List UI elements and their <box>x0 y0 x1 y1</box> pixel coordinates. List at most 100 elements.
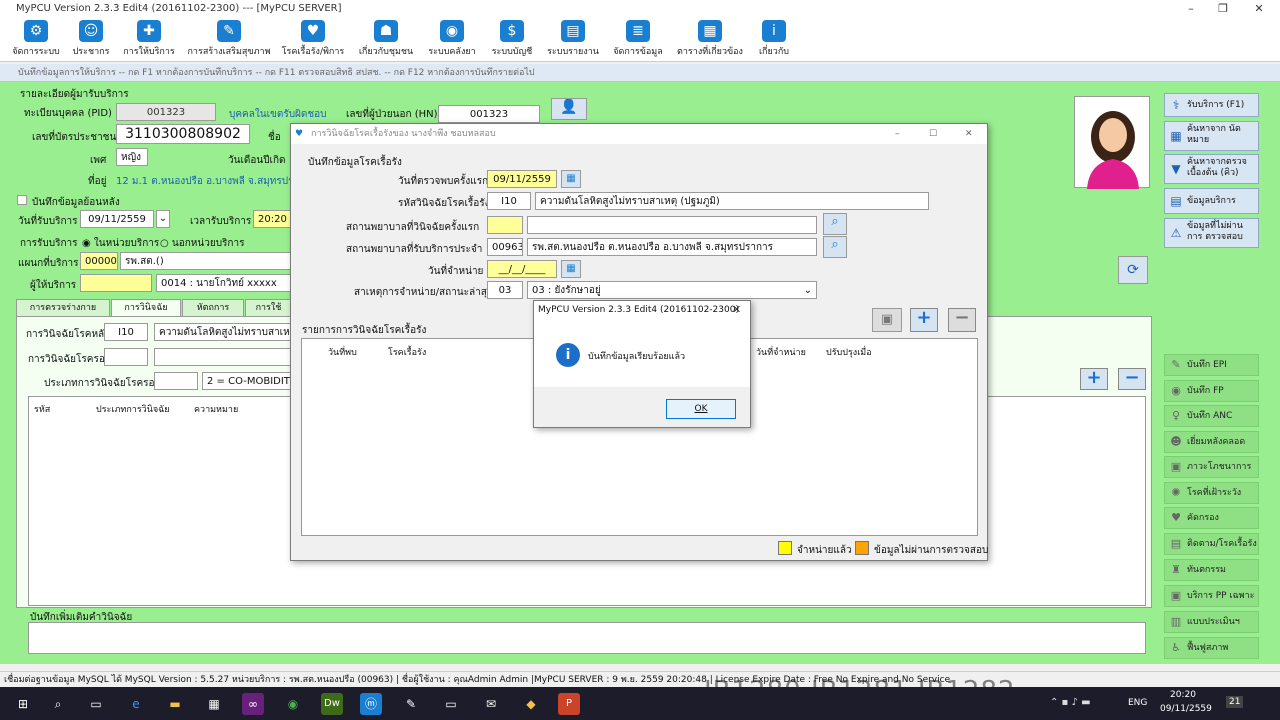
tab-procedures[interactable]: หัตถการ (F4) <box>182 299 244 329</box>
folder-icon[interactable]: ▬ <box>164 693 186 715</box>
tool-icon[interactable]: ✎ <box>400 693 422 715</box>
search-appointment-button[interactable]: ▦ ค้นหาจาก นัดหมาย <box>1164 121 1259 151</box>
tray-icons[interactable]: ⌃ ▪ ♪ ▬ <box>1050 697 1091 708</box>
first-hosp-name-field[interactable] <box>527 216 817 234</box>
chrome-icon[interactable]: ◉ <box>282 693 304 715</box>
dreamweaver-icon[interactable]: Dw <box>321 693 343 715</box>
service-time-field[interactable]: 20:20 <box>253 210 293 228</box>
dx-main-code-field[interactable]: I10 <box>104 323 148 341</box>
toolbar-population[interactable]: ☺ ประชากร <box>66 20 116 58</box>
service-data-button[interactable]: ▤ ข้อมูลบริการ <box>1164 188 1259 214</box>
first-date-field[interactable]: 09/11/2559 <box>487 170 557 188</box>
hn-field[interactable]: 001323 <box>438 105 540 123</box>
dx-type-field[interactable]: 2 = CO-MOBIDITY ( <box>202 372 292 390</box>
toolbar-accounting[interactable]: $ ระบบบัญชี <box>486 20 538 58</box>
postpartum-button[interactable]: ☻ เยี่ยมหลังคลอด <box>1164 431 1259 453</box>
language-indicator[interactable]: ENG <box>1128 698 1147 708</box>
toolbar-data-management[interactable]: ≣ จัดการข้อมูล <box>610 20 666 58</box>
powerpoint-icon[interactable]: P <box>558 693 580 715</box>
tab-diagnosis[interactable]: การวินิจฉัย (F3) <box>111 299 181 329</box>
status-select[interactable]: 03 : ยังรักษาอยู่ ⌄ <box>527 281 817 299</box>
backdate-checkbox[interactable] <box>17 195 27 205</box>
first-hosp-code-field[interactable] <box>487 216 523 234</box>
anc-button[interactable]: ♀ บันทึก ANC <box>1164 405 1259 427</box>
pp-service-button[interactable]: ▣ บริการ PP เฉพาะ <box>1164 585 1259 607</box>
note-field[interactable] <box>28 622 1146 654</box>
window-icon[interactable]: ▭ <box>440 693 462 715</box>
chevron-down-icon[interactable]: ⌄ <box>156 210 170 228</box>
tab-medication[interactable]: การใช้ยา/ <box>245 299 292 329</box>
chronic-name-field[interactable]: ความดันโลหิตสูงไม่ทราบสาเหตุ (ปฐมภูมิ) <box>535 192 929 210</box>
search-icon[interactable]: ⌕ <box>823 213 847 235</box>
radio-in-unit[interactable]: ◉ ในหน่วยบริการ <box>82 236 159 251</box>
person-search-icon[interactable]: 👤 <box>551 98 587 120</box>
mypcu-icon[interactable]: ⓜ <box>360 693 382 715</box>
sex-field[interactable]: หญิง <box>116 148 148 166</box>
radio-out-unit[interactable]: ○ นอกหน่วยบริการ <box>160 236 244 251</box>
notification-badge[interactable]: 21 <box>1226 696 1244 708</box>
dx-type-code-field[interactable] <box>154 372 198 390</box>
chat-icon[interactable]: ✉ <box>480 693 502 715</box>
surveillance-button[interactable]: ✺ โรคที่เฝ้าระวัง <box>1164 482 1259 504</box>
windows-start-icon[interactable]: ⊞ <box>12 693 34 715</box>
close-icon[interactable]: ✕ <box>1244 0 1274 18</box>
toolbar-related-tables[interactable]: ▦ ตารางที่เกี่ยวข้อง <box>672 20 748 58</box>
dx-main-name-field[interactable]: ความดันโลหิตสูงไม่ทราบสาเหตุ (ปฐมภูมิ <box>154 323 292 341</box>
rehab-button[interactable]: ♿ ฟื้นฟูสภาพ <box>1164 637 1259 659</box>
add-chronic-button[interactable]: + <box>910 308 938 332</box>
tab-physical-exam[interactable]: การตรวจร่างกาย (F2) <box>16 299 110 329</box>
toolbar-about[interactable]: i เกี่ยวกับ <box>752 20 796 58</box>
minimize-icon[interactable]: – <box>1176 0 1206 18</box>
provider-code-field[interactable] <box>80 274 152 292</box>
regular-hosp-name-field[interactable]: รพ.สต.หนองปรือ ต.หนองปรือ อ.บางพลี จ.สมุ… <box>527 238 817 256</box>
search-icon[interactable]: ⌕ <box>823 236 847 258</box>
dept-name-field[interactable]: รพ.สต.() <box>120 252 292 270</box>
toolbar-health-promotion[interactable]: ✎ การสร้างเสริมสุขภาพ <box>184 20 274 58</box>
calendar-icon[interactable]: ▦ <box>561 260 581 278</box>
close-icon[interactable]: ✕ <box>732 303 741 316</box>
task-view-icon[interactable]: ▭ <box>85 693 107 715</box>
toolbar-service[interactable]: ✚ การให้บริการ <box>120 20 178 58</box>
app-icon[interactable]: ◆ <box>520 693 542 715</box>
toolbar-community[interactable]: ☗ เกี่ยวกับชุมชน <box>354 20 418 58</box>
pid-field[interactable]: 001323 <box>116 103 216 121</box>
screening-button[interactable]: ♥ คัดกรอง <box>1164 507 1259 529</box>
close-icon[interactable]: ✕ <box>965 124 973 144</box>
edge-icon[interactable]: e <box>125 693 147 715</box>
search-icon[interactable]: ⌕ <box>47 693 69 715</box>
receive-service-button[interactable]: ⚕ รับบริการ (F1) <box>1164 93 1259 117</box>
minimize-icon[interactable]: – <box>895 124 900 144</box>
restore-icon[interactable]: ❐ <box>1208 0 1238 18</box>
regular-hosp-code-field[interactable]: 00963 <box>487 238 523 256</box>
toolbar-chronic[interactable]: ♥ โรคเรื้อรัง/พิการ <box>280 20 346 58</box>
ok-button[interactable]: OK <box>666 399 736 419</box>
discharge-date-field[interactable]: __/__/____ <box>487 260 557 278</box>
assessment-button[interactable]: ▥ แบบประเมินฯ <box>1164 611 1259 633</box>
remove-dx-button[interactable]: − <box>1118 368 1146 390</box>
chronic-followup-button[interactable]: ▤ ติดตาม/โรคเรื้อรัง <box>1164 533 1259 555</box>
fp-button[interactable]: ◉ บันทึก FP <box>1164 380 1259 402</box>
remove-chronic-button[interactable]: − <box>948 308 976 332</box>
epi-button[interactable]: ✎ บันทึก EPI <box>1164 354 1259 376</box>
dx-minor-name-field[interactable] <box>154 348 292 366</box>
in-area-link[interactable]: บุคคลในเขตรับผิดชอบ <box>229 107 327 122</box>
provider-name-field[interactable]: 0014 : นายโกวิทย์ xxxxx <box>156 274 292 292</box>
calendar-icon[interactable]: ▦ <box>561 170 581 188</box>
refresh-icon[interactable]: ⟳ <box>1118 256 1148 284</box>
status-code-field[interactable]: 03 <box>487 281 523 299</box>
search-queue-button[interactable]: ▼ ค้นหาจากตรวจ เบื้องต้น (คิว) <box>1164 154 1259 184</box>
save-icon[interactable]: ▣ <box>872 308 902 332</box>
cid-field[interactable]: 3110300808902 <box>116 124 250 144</box>
chronic-code-field[interactable]: I10 <box>487 192 531 210</box>
add-dx-button[interactable]: + <box>1080 368 1108 390</box>
visual-studio-icon[interactable]: ∞ <box>242 693 264 715</box>
toolbar-system[interactable]: ⚙ จัดการระบบ <box>8 20 64 58</box>
dental-button[interactable]: ♜ ทันตกรรม <box>1164 559 1259 581</box>
maximize-icon[interactable]: ☐ <box>929 124 937 144</box>
store-icon[interactable]: ▦ <box>203 693 225 715</box>
toolbar-reports[interactable]: ▤ ระบบรายงาน <box>544 20 602 58</box>
invalid-data-button[interactable]: ⚠ ข้อมูลที่ไม่ผ่านการ ตรวจสอบ <box>1164 218 1259 248</box>
dx-minor-code-field[interactable] <box>104 348 148 366</box>
service-date-field[interactable]: 09/11/2559 <box>80 210 154 228</box>
dept-code-field[interactable]: 00000 <box>80 252 118 270</box>
